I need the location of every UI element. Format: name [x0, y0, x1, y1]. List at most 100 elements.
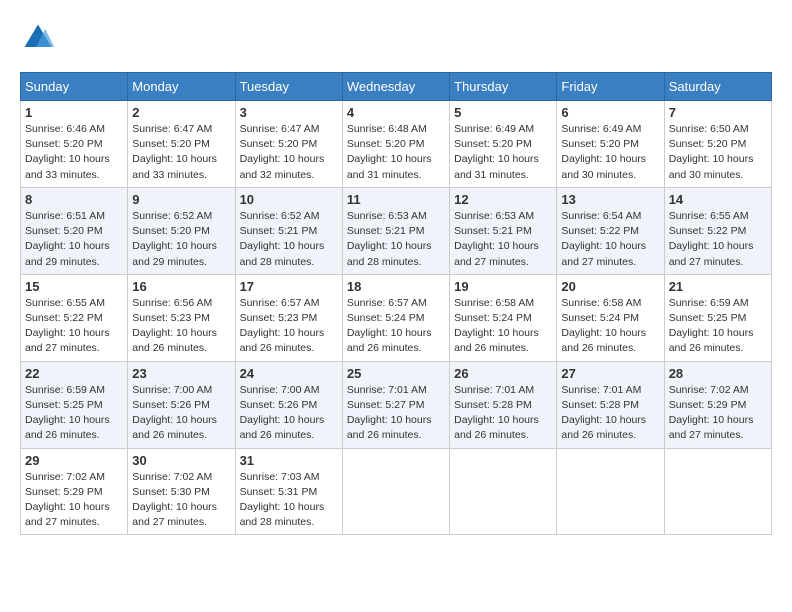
calendar-table: SundayMondayTuesdayWednesdayThursdayFrid… [20, 72, 772, 535]
day-info: Sunrise: 6:56 AMSunset: 5:23 PMDaylight:… [132, 297, 217, 355]
calendar-day-cell: 27 Sunrise: 7:01 AMSunset: 5:28 PMDaylig… [557, 361, 664, 448]
page-header [20, 20, 772, 56]
calendar-day-cell: 10 Sunrise: 6:52 AMSunset: 5:21 PMDaylig… [235, 187, 342, 274]
calendar-week-row: 29 Sunrise: 7:02 AMSunset: 5:29 PMDaylig… [21, 448, 772, 535]
weekday-header-thursday: Thursday [450, 73, 557, 101]
logo [20, 20, 60, 56]
calendar-day-cell: 17 Sunrise: 6:57 AMSunset: 5:23 PMDaylig… [235, 274, 342, 361]
calendar-day-cell: 3 Sunrise: 6:47 AMSunset: 5:20 PMDayligh… [235, 101, 342, 188]
day-info: Sunrise: 6:57 AMSunset: 5:23 PMDaylight:… [240, 297, 325, 355]
day-number: 10 [240, 192, 338, 207]
calendar-day-cell: 12 Sunrise: 6:53 AMSunset: 5:21 PMDaylig… [450, 187, 557, 274]
day-info: Sunrise: 6:58 AMSunset: 5:24 PMDaylight:… [561, 297, 646, 355]
day-number: 17 [240, 279, 338, 294]
day-number: 20 [561, 279, 659, 294]
day-info: Sunrise: 6:52 AMSunset: 5:21 PMDaylight:… [240, 210, 325, 268]
calendar-week-row: 8 Sunrise: 6:51 AMSunset: 5:20 PMDayligh… [21, 187, 772, 274]
day-number: 26 [454, 366, 552, 381]
day-info: Sunrise: 7:01 AMSunset: 5:27 PMDaylight:… [347, 384, 432, 442]
calendar-day-cell: 9 Sunrise: 6:52 AMSunset: 5:20 PMDayligh… [128, 187, 235, 274]
calendar-day-cell: 28 Sunrise: 7:02 AMSunset: 5:29 PMDaylig… [664, 361, 771, 448]
calendar-day-cell: 16 Sunrise: 6:56 AMSunset: 5:23 PMDaylig… [128, 274, 235, 361]
day-info: Sunrise: 6:59 AMSunset: 5:25 PMDaylight:… [669, 297, 754, 355]
day-info: Sunrise: 6:54 AMSunset: 5:22 PMDaylight:… [561, 210, 646, 268]
calendar-day-cell: 21 Sunrise: 6:59 AMSunset: 5:25 PMDaylig… [664, 274, 771, 361]
weekday-header-friday: Friday [557, 73, 664, 101]
empty-cell [664, 448, 771, 535]
calendar-day-cell: 13 Sunrise: 6:54 AMSunset: 5:22 PMDaylig… [557, 187, 664, 274]
day-number: 24 [240, 366, 338, 381]
calendar-day-cell: 22 Sunrise: 6:59 AMSunset: 5:25 PMDaylig… [21, 361, 128, 448]
day-number: 8 [25, 192, 123, 207]
day-info: Sunrise: 7:02 AMSunset: 5:30 PMDaylight:… [132, 471, 217, 529]
calendar-day-cell: 23 Sunrise: 7:00 AMSunset: 5:26 PMDaylig… [128, 361, 235, 448]
day-info: Sunrise: 6:49 AMSunset: 5:20 PMDaylight:… [454, 123, 539, 181]
day-info: Sunrise: 6:47 AMSunset: 5:20 PMDaylight:… [240, 123, 325, 181]
weekday-header-row: SundayMondayTuesdayWednesdayThursdayFrid… [21, 73, 772, 101]
calendar-week-row: 15 Sunrise: 6:55 AMSunset: 5:22 PMDaylig… [21, 274, 772, 361]
weekday-header-sunday: Sunday [21, 73, 128, 101]
calendar-day-cell: 5 Sunrise: 6:49 AMSunset: 5:20 PMDayligh… [450, 101, 557, 188]
day-number: 2 [132, 105, 230, 120]
calendar-day-cell: 1 Sunrise: 6:46 AMSunset: 5:20 PMDayligh… [21, 101, 128, 188]
logo-icon [20, 20, 56, 56]
day-info: Sunrise: 6:50 AMSunset: 5:20 PMDaylight:… [669, 123, 754, 181]
day-number: 1 [25, 105, 123, 120]
day-number: 11 [347, 192, 445, 207]
empty-cell [450, 448, 557, 535]
calendar-day-cell: 19 Sunrise: 6:58 AMSunset: 5:24 PMDaylig… [450, 274, 557, 361]
day-info: Sunrise: 6:55 AMSunset: 5:22 PMDaylight:… [669, 210, 754, 268]
day-number: 3 [240, 105, 338, 120]
day-info: Sunrise: 7:00 AMSunset: 5:26 PMDaylight:… [132, 384, 217, 442]
day-number: 18 [347, 279, 445, 294]
calendar-day-cell: 26 Sunrise: 7:01 AMSunset: 5:28 PMDaylig… [450, 361, 557, 448]
day-info: Sunrise: 7:03 AMSunset: 5:31 PMDaylight:… [240, 471, 325, 529]
day-info: Sunrise: 6:58 AMSunset: 5:24 PMDaylight:… [454, 297, 539, 355]
calendar-day-cell: 14 Sunrise: 6:55 AMSunset: 5:22 PMDaylig… [664, 187, 771, 274]
day-number: 13 [561, 192, 659, 207]
day-number: 31 [240, 453, 338, 468]
calendar-day-cell: 11 Sunrise: 6:53 AMSunset: 5:21 PMDaylig… [342, 187, 449, 274]
day-number: 22 [25, 366, 123, 381]
day-info: Sunrise: 6:48 AMSunset: 5:20 PMDaylight:… [347, 123, 432, 181]
calendar-day-cell: 25 Sunrise: 7:01 AMSunset: 5:27 PMDaylig… [342, 361, 449, 448]
day-number: 7 [669, 105, 767, 120]
day-number: 19 [454, 279, 552, 294]
day-info: Sunrise: 6:52 AMSunset: 5:20 PMDaylight:… [132, 210, 217, 268]
day-number: 25 [347, 366, 445, 381]
day-info: Sunrise: 6:57 AMSunset: 5:24 PMDaylight:… [347, 297, 432, 355]
calendar-day-cell: 31 Sunrise: 7:03 AMSunset: 5:31 PMDaylig… [235, 448, 342, 535]
day-number: 12 [454, 192, 552, 207]
day-number: 6 [561, 105, 659, 120]
calendar-day-cell: 4 Sunrise: 6:48 AMSunset: 5:20 PMDayligh… [342, 101, 449, 188]
calendar-day-cell: 29 Sunrise: 7:02 AMSunset: 5:29 PMDaylig… [21, 448, 128, 535]
day-info: Sunrise: 6:46 AMSunset: 5:20 PMDaylight:… [25, 123, 110, 181]
day-number: 4 [347, 105, 445, 120]
weekday-header-tuesday: Tuesday [235, 73, 342, 101]
calendar-day-cell: 8 Sunrise: 6:51 AMSunset: 5:20 PMDayligh… [21, 187, 128, 274]
day-number: 28 [669, 366, 767, 381]
day-number: 23 [132, 366, 230, 381]
day-info: Sunrise: 7:02 AMSunset: 5:29 PMDaylight:… [669, 384, 754, 442]
day-info: Sunrise: 6:53 AMSunset: 5:21 PMDaylight:… [454, 210, 539, 268]
day-number: 14 [669, 192, 767, 207]
calendar-week-row: 1 Sunrise: 6:46 AMSunset: 5:20 PMDayligh… [21, 101, 772, 188]
day-info: Sunrise: 6:51 AMSunset: 5:20 PMDaylight:… [25, 210, 110, 268]
day-number: 5 [454, 105, 552, 120]
day-info: Sunrise: 7:00 AMSunset: 5:26 PMDaylight:… [240, 384, 325, 442]
day-number: 30 [132, 453, 230, 468]
calendar-day-cell: 24 Sunrise: 7:00 AMSunset: 5:26 PMDaylig… [235, 361, 342, 448]
day-number: 15 [25, 279, 123, 294]
day-number: 9 [132, 192, 230, 207]
calendar-day-cell: 7 Sunrise: 6:50 AMSunset: 5:20 PMDayligh… [664, 101, 771, 188]
day-number: 16 [132, 279, 230, 294]
day-info: Sunrise: 6:59 AMSunset: 5:25 PMDaylight:… [25, 384, 110, 442]
day-info: Sunrise: 7:01 AMSunset: 5:28 PMDaylight:… [454, 384, 539, 442]
calendar-day-cell: 30 Sunrise: 7:02 AMSunset: 5:30 PMDaylig… [128, 448, 235, 535]
day-info: Sunrise: 6:53 AMSunset: 5:21 PMDaylight:… [347, 210, 432, 268]
calendar-day-cell: 18 Sunrise: 6:57 AMSunset: 5:24 PMDaylig… [342, 274, 449, 361]
day-info: Sunrise: 6:47 AMSunset: 5:20 PMDaylight:… [132, 123, 217, 181]
day-number: 21 [669, 279, 767, 294]
day-info: Sunrise: 7:01 AMSunset: 5:28 PMDaylight:… [561, 384, 646, 442]
day-info: Sunrise: 6:55 AMSunset: 5:22 PMDaylight:… [25, 297, 110, 355]
